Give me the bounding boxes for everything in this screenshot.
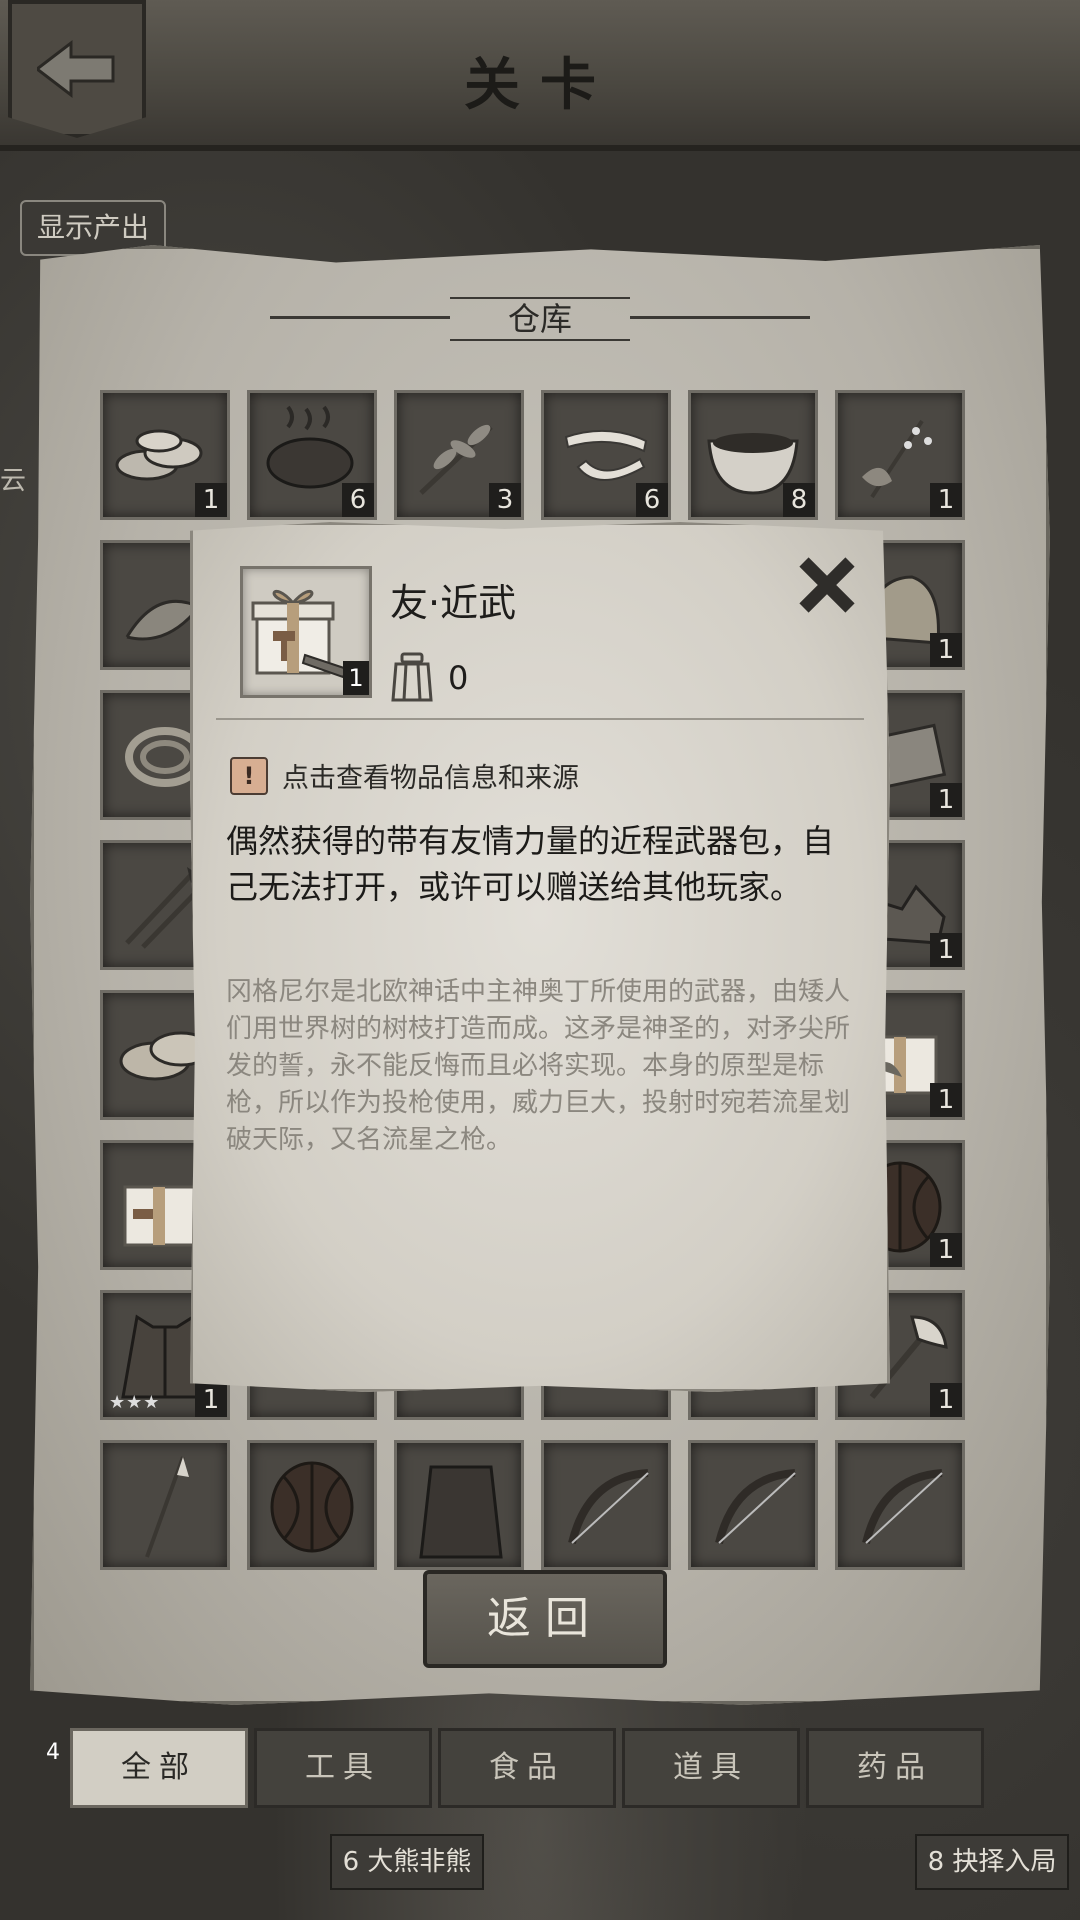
cloak-icon [397, 1443, 521, 1567]
item-lore: 冈格尼尔是北欧神话中主神奥丁所使用的武器，由矮人们用世界树的树枝打造而成。这矛是… [226, 977, 851, 1155]
item-count: 1 [930, 483, 962, 517]
hint-text: 点击查看物品信息和来源 [282, 763, 579, 794]
item-count: 6 [636, 483, 668, 517]
rarity-stars: ★★★ [109, 1392, 161, 1413]
item-info-hint[interactable]: ! 点击查看物品信息和来源 [230, 756, 579, 795]
item-count: 1 [930, 783, 962, 817]
inventory-slot[interactable] [835, 1440, 965, 1570]
warehouse-title: 仓库 [450, 297, 630, 341]
top-bar: 关卡 [0, 0, 1080, 151]
map-node-label: 抉择入局 [952, 1847, 1057, 1877]
map-node-8[interactable]: 8 抉择入局 [915, 1834, 1069, 1890]
category-tabs: 全部 工具 食品 道具 药品 [70, 1728, 984, 1808]
spear-icon [103, 1443, 227, 1567]
page-title: 关卡 [464, 53, 616, 118]
item-count: 8 [783, 483, 815, 517]
item-count: 1 [195, 483, 227, 517]
backpack-icon [391, 652, 433, 702]
inventory-slot[interactable]: 1 [835, 390, 965, 520]
item-count: 1 [930, 633, 962, 667]
inventory-slot[interactable] [541, 1440, 671, 1570]
map-level-badge: 4 [46, 1740, 60, 1765]
wooden-shield-icon [250, 1443, 374, 1567]
popup-divider [216, 718, 864, 720]
title-divider-right [630, 316, 810, 319]
close-x-icon [799, 557, 855, 613]
bow-icon [544, 1443, 668, 1567]
bow-icon [838, 1443, 962, 1567]
item-count: 1 [343, 661, 369, 695]
warehouse-header: 仓库 [30, 297, 1050, 341]
tab-food[interactable]: 食品 [438, 1728, 616, 1808]
inventory-slot[interactable]: 6 [247, 390, 377, 520]
tab-medicine[interactable]: 药品 [806, 1728, 984, 1808]
inventory-slot[interactable]: 1 [100, 390, 230, 520]
inventory-slot[interactable]: 3 [394, 390, 524, 520]
item-count: 1 [930, 1083, 962, 1117]
map-node-label: 大熊非熊 [367, 1847, 472, 1877]
title-divider-left [270, 316, 450, 319]
weight-value: 0 [448, 659, 469, 697]
weight-row: 0 [390, 650, 468, 706]
tab-all[interactable]: 全部 [70, 1728, 248, 1808]
exclamation-icon: ! [230, 756, 268, 795]
map-node-6[interactable]: 6 大熊非熊 [330, 1834, 484, 1890]
close-button[interactable] [792, 550, 862, 620]
inventory-slot[interactable] [394, 1440, 524, 1570]
popup-item-slot[interactable]: 1 [240, 566, 372, 698]
inventory-slot[interactable] [688, 1440, 818, 1570]
tab-props[interactable]: 道具 [622, 1728, 800, 1808]
item-description: 偶然获得的带有友情力量的近程武器包，自己无法打开，或许可以赠送给其他玩家。 [226, 822, 835, 906]
inventory-slot[interactable] [247, 1440, 377, 1570]
item-count: 6 [342, 483, 374, 517]
map-node-number: 6 [342, 1847, 360, 1877]
return-button[interactable]: 返回 [423, 1570, 667, 1668]
item-count: 3 [489, 483, 521, 517]
map-side-label: 云 [0, 466, 27, 496]
item-count: 1 [930, 933, 962, 967]
item-detail-popup: 1 友·近武 0 ! 点击查看物品信息和来源 偶然获得的带有友情力量的近程武器包… [190, 522, 890, 1392]
map-node-number: 8 [927, 1847, 945, 1877]
item-count: 1 [930, 1233, 962, 1267]
inventory-slot[interactable]: 8 [688, 390, 818, 520]
inventory-slot[interactable]: 6 [541, 390, 671, 520]
inventory-slot[interactable] [100, 1440, 230, 1570]
item-name: 友·近武 [390, 581, 517, 625]
item-count: 1 [930, 1383, 962, 1417]
bow-icon [691, 1443, 815, 1567]
item-count: 1 [195, 1383, 227, 1417]
tab-tools[interactable]: 工具 [254, 1728, 432, 1808]
